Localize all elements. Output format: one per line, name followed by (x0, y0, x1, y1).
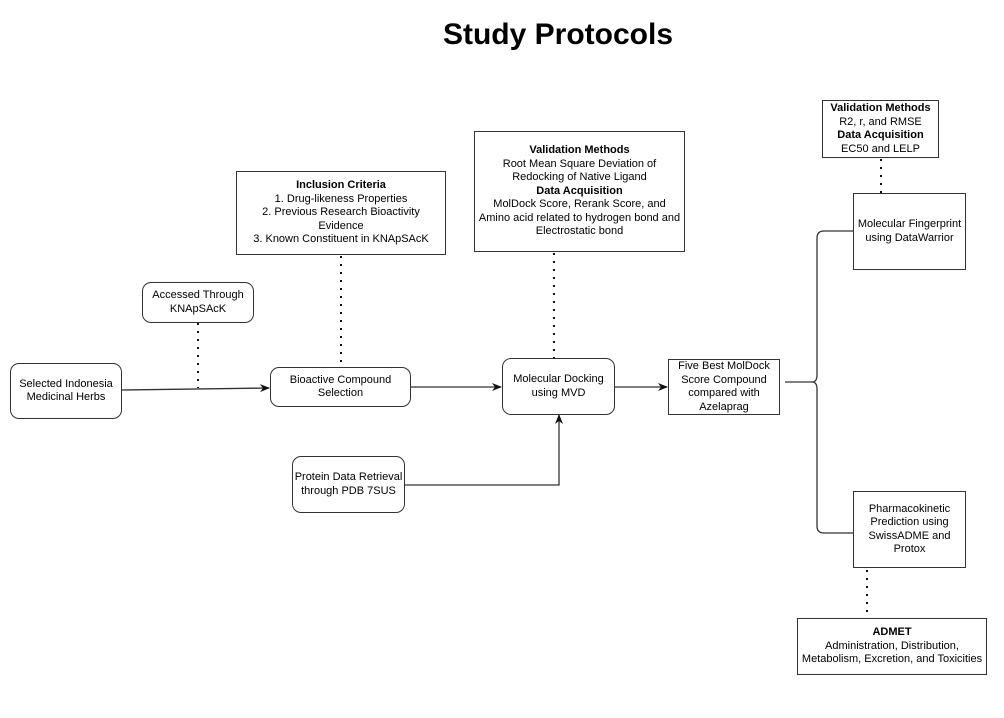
node-text: MolDock Score, Rerank Score, and (493, 198, 666, 211)
node-text: using DataWarrior (865, 231, 954, 244)
node-text: Electrostatic bond (535, 225, 624, 238)
node-text: through PDB 7SUS (301, 484, 396, 497)
node-text: EC50 and LELP (841, 142, 920, 155)
node-text: Five Best MolDock (678, 360, 770, 372)
node-text: Prediction using (870, 516, 949, 528)
node-text: using MVD (531, 386, 586, 399)
node-text: Metabolism, Excretion, and Toxicities (801, 653, 983, 666)
node-text: Amino acid related to hydrogen bond and (478, 211, 681, 224)
node-text: Evidence (318, 219, 364, 232)
node-accessed-knapsack[interactable]: Accessed Through KNApSAcK (142, 282, 254, 323)
node-heading: ADMET (872, 626, 912, 639)
node-fingerprint-validation[interactable]: Validation Methods R2, r, and RMSE Data … (822, 100, 939, 158)
node-text: Protox (893, 543, 926, 555)
node-molecular-fingerprint[interactable]: Molecular Fingerprint using DataWarrior (853, 193, 966, 270)
node-pharmacokinetic[interactable]: Pharmacokinetic Prediction using SwissAD… (853, 491, 966, 568)
node-protein-retrieval[interactable]: Protein Data Retrieval through PDB 7SUS (292, 456, 405, 513)
node-text: Root Mean Square Deviation of (502, 157, 657, 170)
node-text: 1. Drug-likeness Properties (274, 192, 408, 205)
node-heading: Data Acquisition (837, 129, 924, 141)
node-inclusion-criteria[interactable]: Inclusion Criteria 1. Drug-likeness Prop… (236, 171, 446, 255)
node-molecular-docking[interactable]: Molecular Docking using MVD (502, 358, 615, 415)
node-text: 2. Previous Research Bioactivity (262, 206, 420, 219)
node-selected-herbs[interactable]: Selected Indonesia Medicinal Herbs (10, 363, 122, 419)
node-text: Accessed Through (152, 289, 244, 301)
node-heading: Validation Methods (830, 102, 931, 114)
node-heading: Inclusion Criteria (296, 179, 386, 192)
node-text: R2, r, and RMSE (839, 115, 922, 128)
node-text: 3. Known Constituent in KNApSAcK (253, 233, 429, 246)
node-text: Selection (317, 387, 364, 399)
node-text: Score Compound (681, 373, 767, 386)
node-text: Pharmacokinetic (868, 502, 951, 515)
node-text: KNApSAcK (169, 302, 227, 315)
node-text: Bioactive Compound (289, 373, 392, 386)
branch-connector (811, 230, 853, 534)
node-heading: Validation Methods (529, 144, 630, 157)
node-heading: Data Acquisition (536, 184, 623, 197)
node-text: Administration, Distribution, (825, 639, 959, 652)
node-text: compared with (688, 387, 760, 399)
node-text: Medicinal Herbs (26, 391, 106, 403)
node-text: SwissADME and (868, 529, 951, 542)
node-text: Selected Indonesia (19, 377, 113, 390)
node-admet[interactable]: ADMET Administration, Distribution, Meta… (797, 618, 987, 675)
node-text: Redocking of Native Ligand (512, 171, 647, 184)
node-text: Molecular Fingerprint (857, 218, 962, 230)
node-text: Protein Data Retrieval (294, 471, 403, 483)
arrow-protein-to-docking (405, 414, 563, 486)
node-five-best[interactable]: Five Best MolDock Score Compound compare… (668, 359, 780, 415)
node-text: Molecular Docking (513, 373, 604, 385)
arrow-herbs-to-bioactive (121, 384, 270, 393)
node-docking-validation[interactable]: Validation Methods Root Mean Square Devi… (474, 131, 685, 252)
node-text: Azelaprag (699, 400, 749, 413)
node-bioactive-selection[interactable]: Bioactive Compound Selection (270, 367, 411, 407)
